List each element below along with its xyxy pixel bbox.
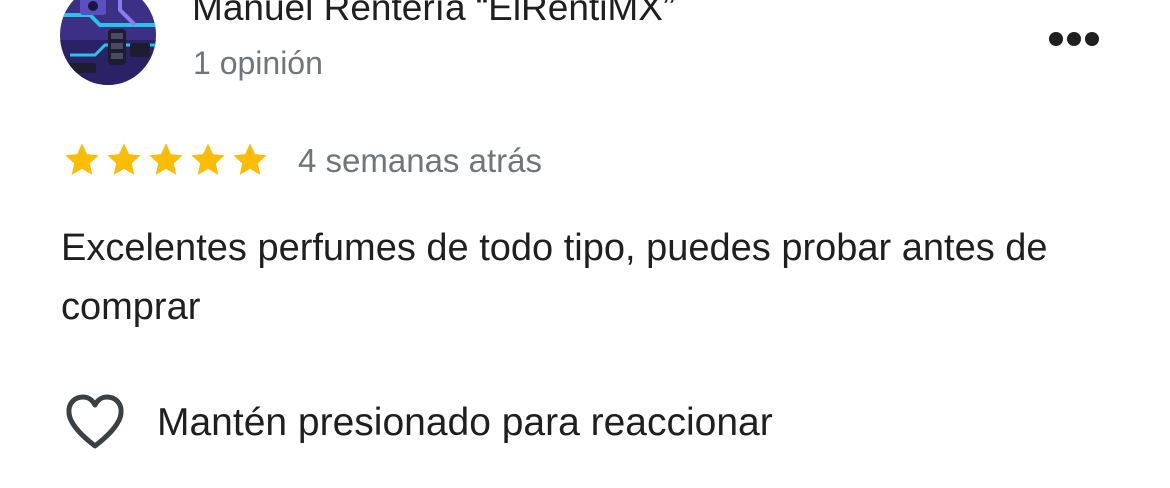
more-options-button[interactable] xyxy=(1044,21,1104,57)
more-horizontal-icon xyxy=(1049,32,1099,46)
author-name[interactable]: Manuel Rentería “ElRentiMX” xyxy=(192,0,675,26)
star-icon xyxy=(65,143,99,175)
rating-row: 4 semanas atrás xyxy=(62,141,542,179)
heart-outline-icon xyxy=(66,394,124,449)
react-label: Mantén presionado para reaccionar xyxy=(157,400,773,444)
circuit-avatar-icon xyxy=(60,0,156,85)
review-date: 4 semanas atrás xyxy=(298,141,542,179)
star-icon xyxy=(107,143,141,175)
react-button[interactable]: Mantén presionado para reaccionar xyxy=(64,393,773,451)
star-icon xyxy=(149,143,183,175)
author-avatar[interactable] xyxy=(60,0,156,85)
star-icon xyxy=(233,143,267,175)
review-text: Excelentes perfumes de todo tipo, puedes… xyxy=(61,227,1048,328)
star-rating xyxy=(62,141,270,179)
author-review-count: 1 opinión xyxy=(193,45,323,81)
review-card: Manuel Rentería “ElRentiMX” 1 opinión 4 … xyxy=(0,0,1170,488)
star-icon xyxy=(191,143,225,175)
